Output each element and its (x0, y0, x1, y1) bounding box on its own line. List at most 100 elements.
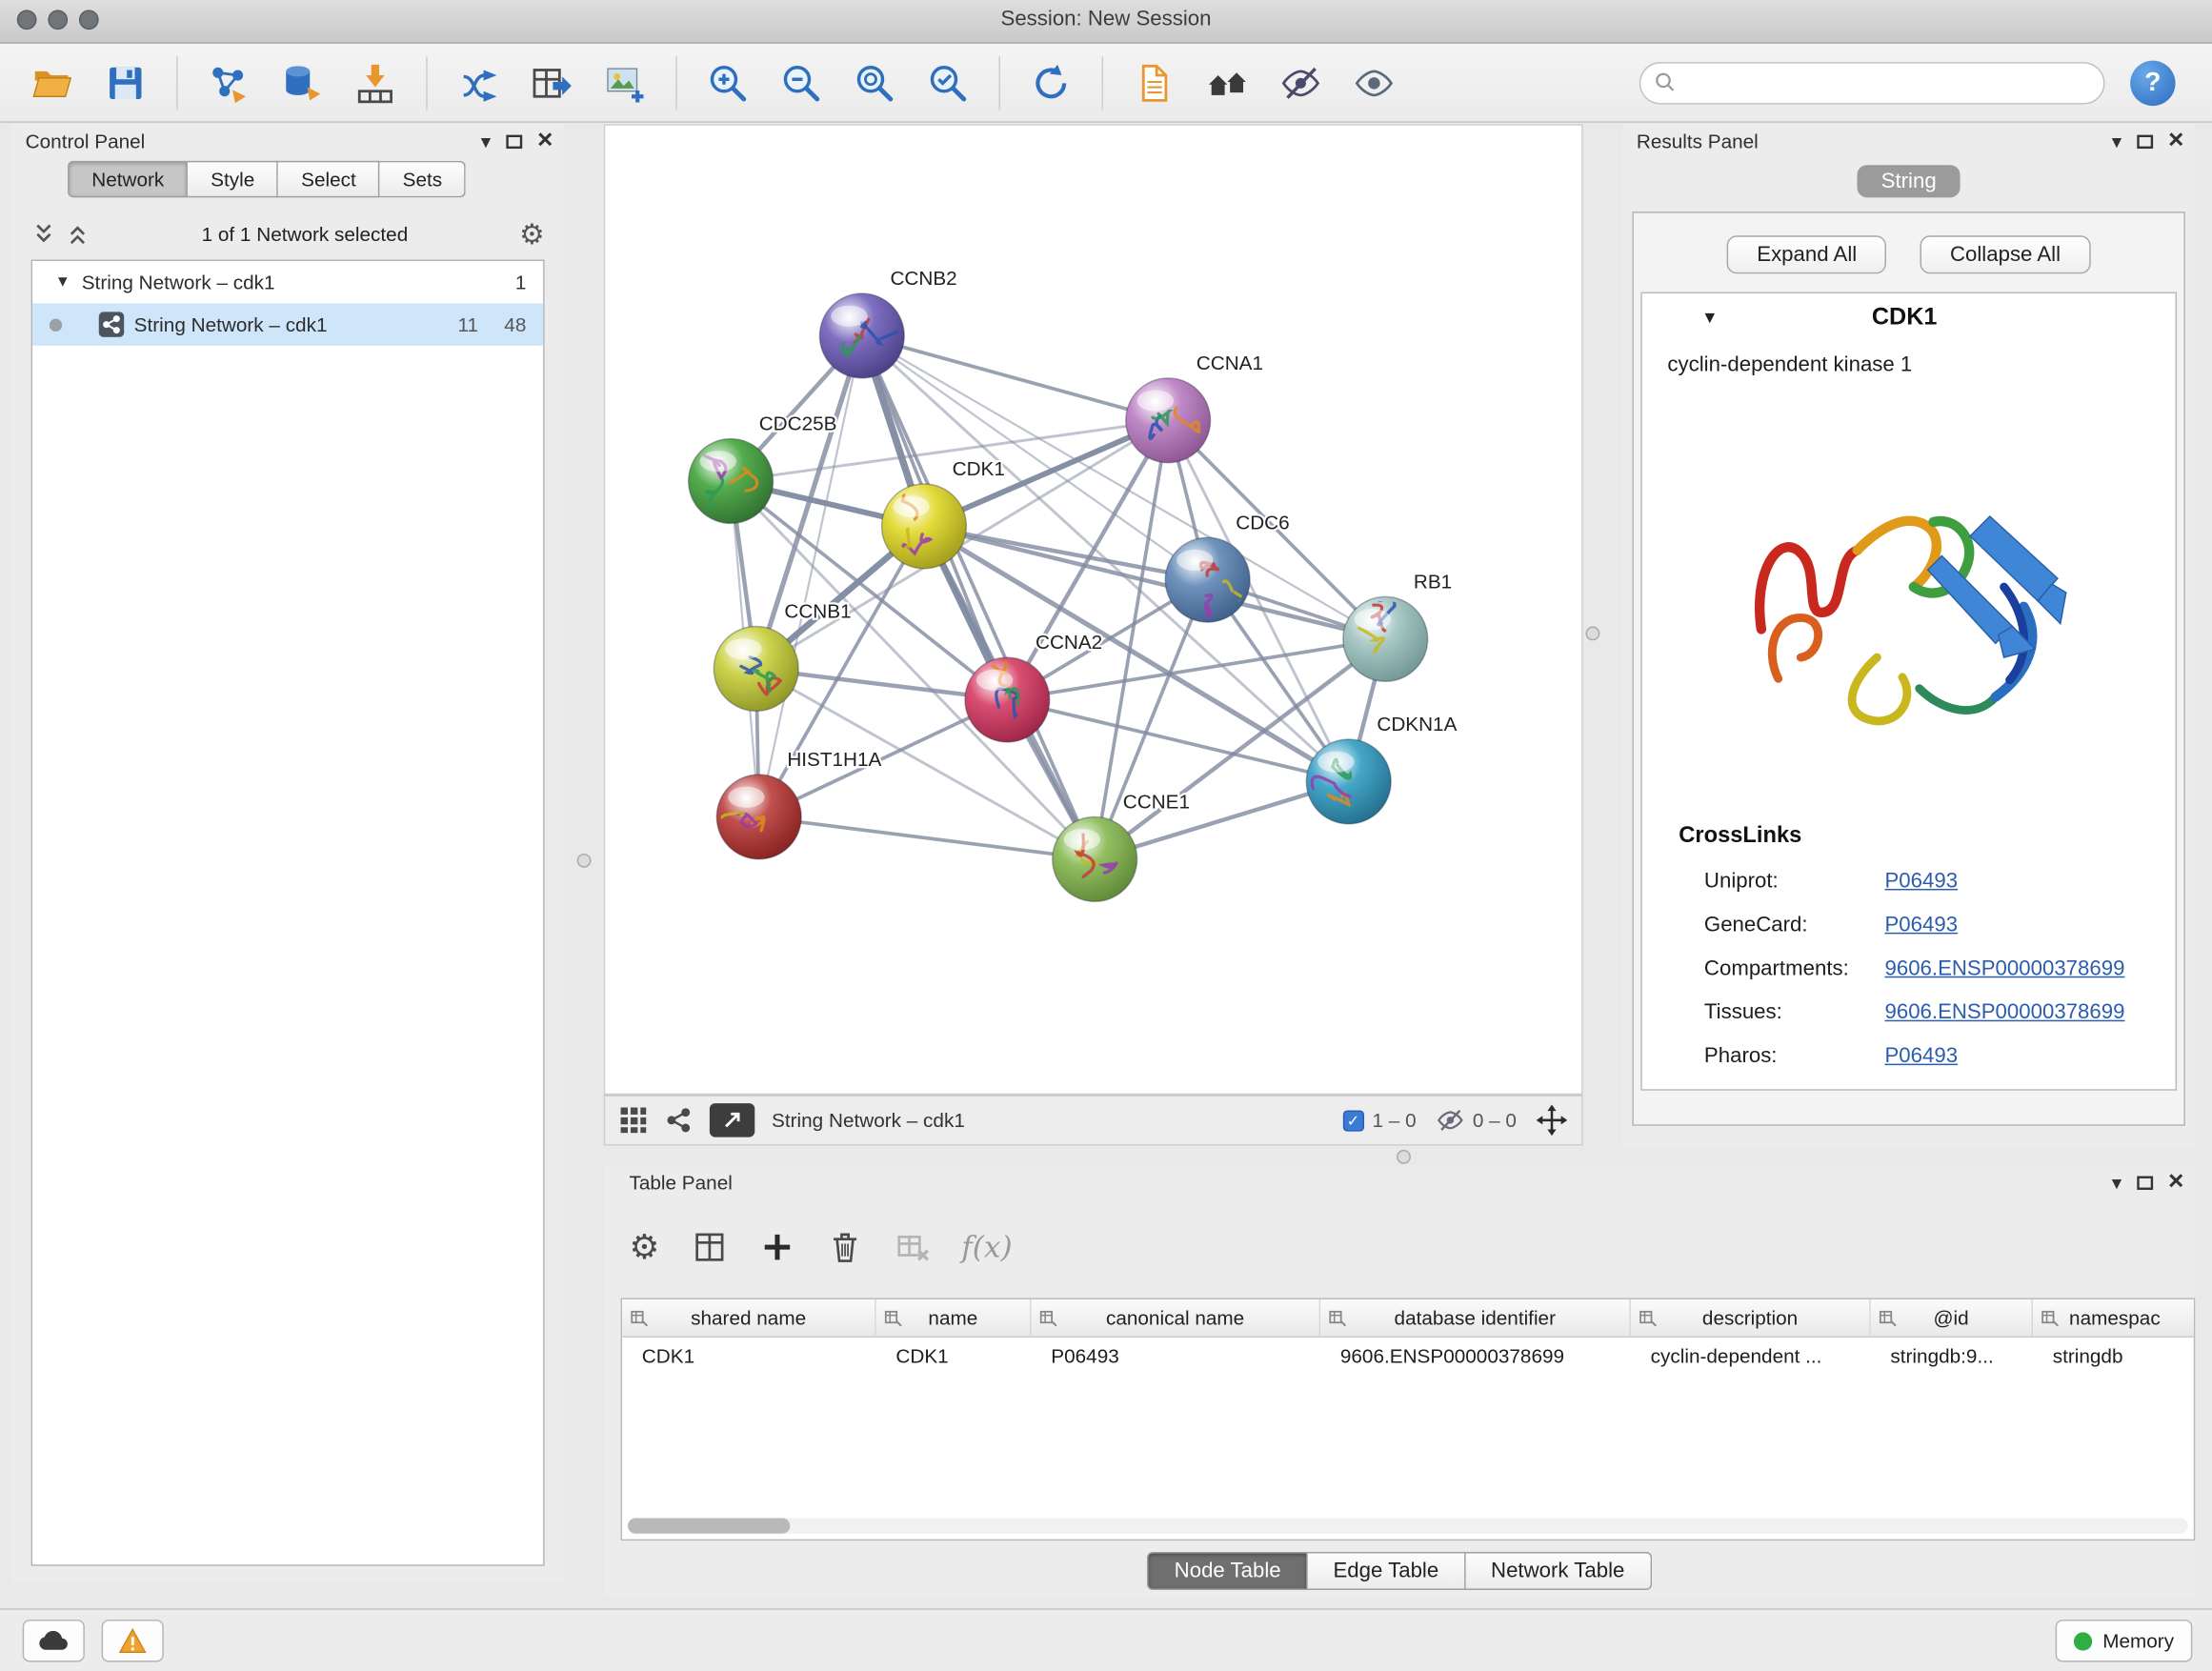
network-node[interactable]: CCNA1 (1126, 352, 1263, 463)
column-header[interactable]: shared name (622, 1299, 876, 1338)
memory-button[interactable]: Memory (2056, 1620, 2192, 1661)
column-header[interactable]: description (1631, 1299, 1871, 1338)
hidden-eye-icon[interactable] (1436, 1106, 1464, 1135)
float-panel-icon[interactable] (505, 131, 523, 150)
home-button[interactable] (1195, 50, 1259, 115)
search-input[interactable] (1686, 70, 2090, 95)
splitter-handle[interactable] (1586, 627, 1600, 641)
crosslink-link[interactable]: P06493 (1884, 1044, 1958, 1068)
network-collection-row[interactable]: ▼ String Network – cdk1 1 (32, 261, 543, 303)
network-overview-icon[interactable] (665, 1106, 694, 1135)
crosslink-link[interactable]: 9606.ENSP00000378699 (1884, 1000, 2124, 1024)
help-button[interactable]: ? (2130, 60, 2175, 105)
table-gear-icon[interactable]: ⚙ (629, 1227, 659, 1268)
annotation-document-button[interactable] (1121, 50, 1186, 115)
panel-menu-icon[interactable]: ▾ (2112, 1173, 2122, 1193)
fit-selection-crosshair-icon[interactable] (1537, 1105, 1568, 1137)
expand-all-button[interactable]: Expand All (1727, 235, 1886, 273)
tab-network[interactable]: Network (68, 161, 188, 198)
network-node[interactable]: CDC6 (1165, 512, 1289, 623)
table-cell[interactable]: stringdb:9... (1871, 1338, 2033, 1375)
gear-icon[interactable]: ⚙ (519, 216, 545, 252)
network-edge[interactable] (759, 335, 862, 816)
detach-view-button[interactable] (710, 1103, 754, 1137)
export-image-button[interactable] (593, 50, 657, 115)
close-panel-icon[interactable]: × (2168, 127, 2183, 153)
column-header[interactable]: canonical name (1032, 1299, 1321, 1338)
network-view-canvas[interactable]: CCNB2CCNA1CDC25BCDK1CDC6RB1CCNB1CCNA2CDK… (604, 124, 1583, 1095)
selected-checkbox-icon[interactable]: ✓ (1342, 1110, 1363, 1131)
table-row[interactable]: CDK1 CDK1 P06493 9606.ENSP00000378699 cy… (622, 1338, 2194, 1375)
table-cell[interactable]: CDK1 (622, 1338, 876, 1375)
network-node[interactable]: CDKN1A (1306, 714, 1457, 824)
splitter-handle[interactable] (1397, 1150, 1411, 1164)
import-table-button[interactable] (343, 50, 408, 115)
network-node[interactable]: CCNB2 (819, 268, 956, 378)
table-cell[interactable]: 9606.ENSP00000378699 (1320, 1338, 1631, 1375)
warnings-button[interactable] (102, 1620, 164, 1661)
tab-edge-table[interactable]: Edge Table (1308, 1552, 1466, 1590)
collapse-triangle-icon[interactable]: ▼ (55, 273, 70, 291)
scrollbar-thumb[interactable] (628, 1518, 790, 1533)
close-panel-icon[interactable]: × (537, 127, 553, 153)
crosslink-link[interactable]: 9606.ENSP00000378699 (1884, 956, 2124, 980)
delete-column-icon[interactable] (826, 1229, 863, 1266)
network-edge[interactable] (862, 335, 1095, 858)
panel-menu-icon[interactable]: ▾ (481, 131, 491, 151)
tab-network-table[interactable]: Network Table (1465, 1552, 1651, 1590)
collapse-all-icon[interactable] (31, 222, 57, 248)
import-network-database-button[interactable] (270, 50, 334, 115)
tab-select[interactable]: Select (278, 161, 380, 198)
column-header[interactable]: namespac (2033, 1299, 2195, 1338)
tab-node-table[interactable]: Node Table (1148, 1552, 1308, 1590)
show-columns-icon[interactable] (691, 1229, 728, 1266)
toolbar-separator (176, 55, 177, 109)
splitter-handle[interactable] (577, 854, 592, 868)
tab-sets[interactable]: Sets (380, 161, 466, 198)
tab-string[interactable]: String (1857, 165, 1960, 197)
hide-selected-button[interactable] (1268, 50, 1333, 115)
save-session-button[interactable] (93, 50, 158, 115)
search-field[interactable] (1639, 61, 2105, 103)
horizontal-scrollbar[interactable] (628, 1518, 2188, 1533)
panel-menu-icon[interactable]: ▾ (2112, 131, 2122, 151)
table-cell[interactable]: CDK1 (876, 1338, 1032, 1375)
add-column-icon[interactable] (758, 1229, 795, 1266)
column-header[interactable]: database identifier (1320, 1299, 1631, 1338)
export-table-button[interactable] (519, 50, 584, 115)
expand-all-icon[interactable] (65, 222, 90, 248)
table-cell[interactable]: cyclin-dependent ... (1631, 1338, 1871, 1375)
grid-view-icon[interactable] (619, 1106, 648, 1135)
close-panel-icon[interactable]: × (2168, 1167, 2183, 1194)
network-node[interactable]: CDK1 (881, 458, 1005, 569)
collapse-triangle-icon[interactable]: ▼ (1701, 308, 1719, 328)
tab-style[interactable]: Style (188, 161, 278, 198)
apply-layout-button[interactable] (1018, 50, 1083, 115)
node-attribute-table: shared name name canonical name database… (621, 1298, 2196, 1540)
network-edge[interactable] (1007, 700, 1348, 782)
network-row[interactable]: String Network – cdk1 11 48 (32, 303, 543, 345)
protein-section-header[interactable]: ▼ CDK1 (1642, 293, 2176, 341)
zoom-in-button[interactable] (695, 50, 760, 115)
float-panel-icon[interactable] (2136, 1173, 2154, 1191)
table-cell[interactable]: stringdb (2033, 1338, 2195, 1375)
network-node[interactable]: RB1 (1343, 572, 1452, 682)
network-node[interactable]: HIST1H1A (707, 749, 882, 859)
zoom-selected-button[interactable] (915, 50, 980, 115)
open-session-button[interactable] (20, 50, 85, 115)
zoom-out-button[interactable] (769, 50, 834, 115)
network-edge[interactable] (759, 816, 1095, 858)
crosslink-link[interactable]: P06493 (1884, 913, 1958, 936)
column-header[interactable]: name (876, 1299, 1032, 1338)
network-node[interactable]: CCNB1 (714, 601, 851, 712)
export-network-button[interactable] (446, 50, 511, 115)
table-cell[interactable]: P06493 (1032, 1338, 1321, 1375)
collapse-all-button[interactable]: Collapse All (1920, 235, 2090, 273)
show-all-button[interactable] (1341, 50, 1406, 115)
float-panel-icon[interactable] (2136, 131, 2154, 150)
zoom-fit-button[interactable] (842, 50, 907, 115)
crosslink-link[interactable]: P06493 (1884, 869, 1958, 893)
import-network-file-button[interactable] (196, 50, 261, 115)
cloud-button[interactable] (23, 1620, 85, 1661)
column-header[interactable]: @id (1871, 1299, 2033, 1338)
